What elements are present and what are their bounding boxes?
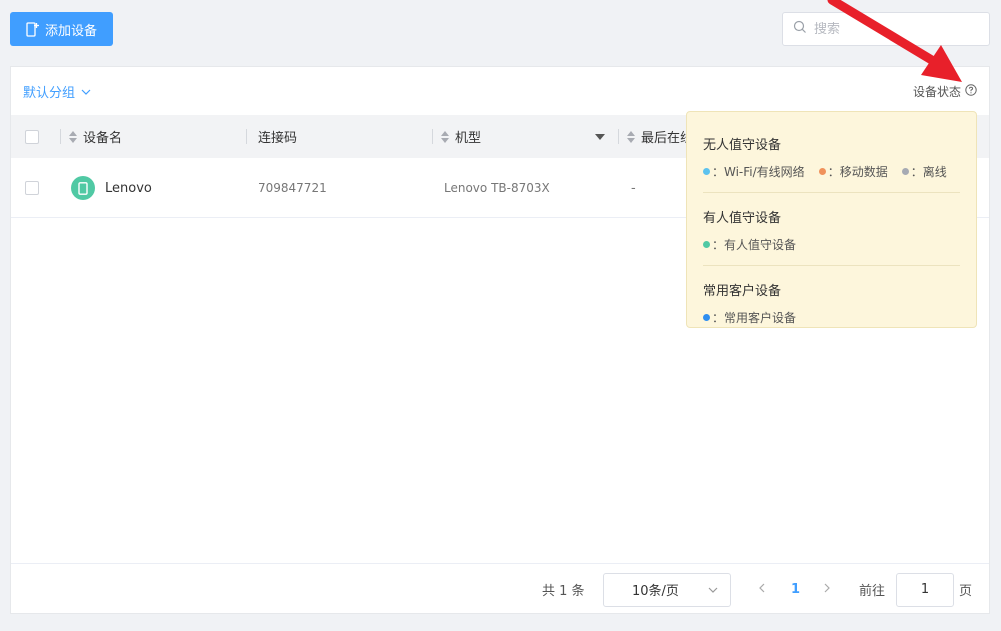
status-dot xyxy=(703,241,710,248)
legend-item: ：有人值守设备 xyxy=(703,236,796,253)
row-select-cell xyxy=(25,158,39,218)
status-dot xyxy=(703,314,710,321)
device-status-help[interactable]: 设备状态 xyxy=(913,83,977,100)
column-header-last-online[interactable]: 最后在线 xyxy=(627,115,693,158)
legend-item: ：常用客户设备 xyxy=(703,309,796,326)
column-header-label: 机型 xyxy=(455,131,482,146)
add-device-label: 添加设备 xyxy=(44,23,97,39)
row-checkbox[interactable] xyxy=(25,181,39,195)
chevron-down-icon xyxy=(708,582,718,597)
page-size-cell: 10条/页 xyxy=(603,564,731,615)
add-device-button[interactable]: 添加设备 xyxy=(10,12,113,46)
legend-label: ：常用客户设备 xyxy=(712,311,797,325)
select-all-cell xyxy=(25,115,39,158)
legend: ：常用客户设备 xyxy=(703,309,960,326)
legend-item: ：Wi-Fi/有线网络 xyxy=(703,163,805,180)
legend-label: ：离线 xyxy=(910,165,947,179)
sort-icon xyxy=(69,130,77,143)
popover-section-attended: 有人值守设备 ：有人值守设备 xyxy=(703,192,960,253)
legend-item: ：移动数据 xyxy=(818,163,888,180)
device-name-cell: Lenovo xyxy=(71,158,152,218)
goto-label: 前往 xyxy=(859,584,886,599)
status-dot xyxy=(818,168,826,175)
tablet-icon xyxy=(71,176,95,200)
group-select[interactable]: 默认分组 xyxy=(23,82,91,101)
page-number-current[interactable]: 1 xyxy=(791,564,800,615)
column-header-label: 设备名 xyxy=(83,131,123,146)
column-divider xyxy=(618,129,619,144)
legend-label: ：有人值守设备 xyxy=(712,238,797,252)
search-input[interactable] xyxy=(814,21,974,37)
prev-page-button[interactable] xyxy=(759,564,765,615)
page-size-value: 10条/页 xyxy=(632,584,679,599)
search-box[interactable] xyxy=(782,12,990,46)
popover-section-frequent: 常用客户设备 ：常用客户设备 xyxy=(703,265,960,326)
caret-down-icon xyxy=(595,129,605,144)
column-header-label: 连接码 xyxy=(258,131,298,146)
connection-code: 709847721 xyxy=(258,181,327,195)
page-size-select[interactable]: 10条/页 xyxy=(603,572,731,607)
goto-page-input[interactable] xyxy=(896,572,954,607)
popover-section-unattended: 无人值守设备 ：Wi-Fi/有线网络 ：移动数据 ：离线 xyxy=(703,112,960,180)
chevron-right-icon xyxy=(824,582,830,597)
legend-item: ：离线 xyxy=(901,163,947,180)
goto-cell xyxy=(896,564,954,615)
column-divider xyxy=(60,129,61,144)
select-all-checkbox[interactable] xyxy=(25,129,39,144)
legend-label: ：移动数据 xyxy=(827,165,888,179)
last-online: - xyxy=(631,180,636,196)
device-name: Lenovo xyxy=(105,180,152,196)
legend: ：有人值守设备 xyxy=(703,236,960,253)
status-dot xyxy=(703,168,710,175)
section-title: 常用客户设备 xyxy=(703,284,782,299)
chevron-down-icon xyxy=(81,84,91,99)
model-filter-caret[interactable] xyxy=(595,115,605,158)
add-device-icon xyxy=(26,21,39,37)
card-header: 默认分组 设备状态 xyxy=(11,67,989,115)
device-model: Lenovo TB-8703X xyxy=(444,181,550,195)
chevron-left-icon xyxy=(759,582,765,597)
page-unit: 页 xyxy=(959,584,973,599)
help-circle-icon xyxy=(965,83,977,99)
section-title: 无人值守设备 xyxy=(703,138,782,153)
sort-icon xyxy=(441,130,449,143)
legend: ：Wi-Fi/有线网络 ：移动数据 ：离线 xyxy=(703,163,960,180)
legend-label: ：Wi-Fi/有线网络 xyxy=(712,165,805,179)
device-status-label: 设备状态 xyxy=(912,84,961,99)
sort-icon xyxy=(627,130,635,143)
column-header-model[interactable]: 机型 xyxy=(441,115,481,158)
next-page-button[interactable] xyxy=(824,564,830,615)
device-status-popover: 无人值守设备 ：Wi-Fi/有线网络 ：移动数据 ：离线 有人值守设备 ：有人值… xyxy=(686,111,977,328)
pagination: 共 1 条 10条/页 1 前往 页 xyxy=(11,563,989,614)
search-icon xyxy=(793,20,807,38)
total-count: 共 1 条 xyxy=(542,584,585,599)
column-header-code: 连接码 xyxy=(258,115,297,158)
section-title: 有人值守设备 xyxy=(703,211,782,226)
column-divider xyxy=(432,129,433,144)
status-dot xyxy=(901,168,909,175)
group-select-label: 默认分组 xyxy=(23,85,76,101)
column-divider xyxy=(246,129,247,144)
column-header-name[interactable]: 设备名 xyxy=(69,115,122,158)
